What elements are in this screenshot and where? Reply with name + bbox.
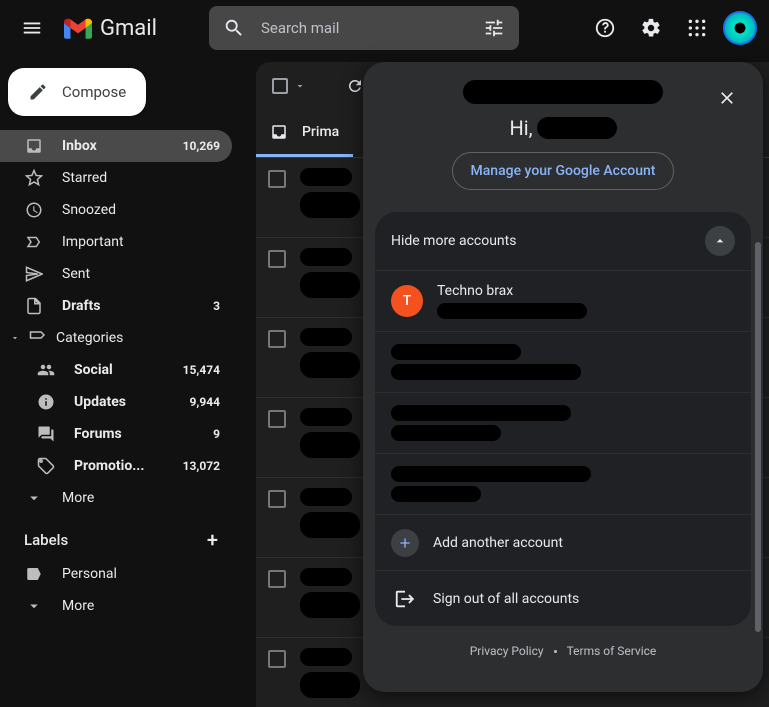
greeting: Hi, xyxy=(509,116,616,140)
tab-primary[interactable]: Prima xyxy=(256,110,353,157)
inbox-icon xyxy=(24,137,44,155)
app-name: Gmail xyxy=(100,16,157,41)
account-item-redacted-2[interactable] xyxy=(375,392,751,453)
compose-button[interactable]: Compose xyxy=(8,68,146,116)
sign-out-button[interactable]: Sign out of all accounts xyxy=(375,570,751,626)
caret-icon xyxy=(10,333,20,343)
redacted-email xyxy=(463,80,663,104)
apps-grid-icon xyxy=(687,18,707,38)
refresh-icon[interactable] xyxy=(346,77,364,95)
search-bar[interactable] xyxy=(209,6,519,50)
sidebar-item-forums[interactable]: Forums 9 xyxy=(0,418,232,450)
clock-icon xyxy=(24,201,44,219)
account-item-techno-brax[interactable]: T Techno brax xyxy=(375,270,751,331)
sidebar-item-more[interactable]: More xyxy=(0,590,232,622)
mail-checkbox[interactable] xyxy=(268,570,286,588)
gmail-logo[interactable]: Gmail xyxy=(64,16,157,41)
hamburger-icon xyxy=(21,17,43,39)
redacted-name xyxy=(537,117,617,139)
send-icon xyxy=(24,265,44,283)
account-item-redacted-1[interactable] xyxy=(375,331,751,392)
sidebar-item-personal[interactable]: Personal xyxy=(0,558,232,590)
inbox-icon xyxy=(270,123,288,141)
plus-icon xyxy=(397,535,413,551)
mail-checkbox[interactable] xyxy=(268,330,286,348)
redacted-account-email xyxy=(437,303,587,319)
search-options-button[interactable] xyxy=(477,8,511,48)
search-button[interactable] xyxy=(217,8,251,48)
pencil-icon xyxy=(28,82,48,102)
select-all-checkbox[interactable] xyxy=(272,78,288,94)
tag-icon xyxy=(36,457,56,475)
add-label-button[interactable]: + xyxy=(207,528,218,552)
accounts-section: Hide more accounts T Techno brax xyxy=(375,212,751,626)
tune-icon xyxy=(483,17,505,39)
google-apps-button[interactable] xyxy=(677,8,717,48)
search-input[interactable] xyxy=(251,19,477,37)
main-menu-button[interactable] xyxy=(12,8,52,48)
forum-icon xyxy=(36,425,56,443)
support-button[interactable] xyxy=(585,8,625,48)
terms-link[interactable]: Terms of Service xyxy=(567,644,657,658)
sidebar-item-social[interactable]: Social 15,474 xyxy=(0,354,232,386)
mail-checkbox[interactable] xyxy=(268,650,286,668)
labels-header: Labels + xyxy=(0,514,232,558)
mail-checkbox[interactable] xyxy=(268,250,286,268)
file-icon xyxy=(24,297,44,315)
popup-scrollbar[interactable] xyxy=(755,242,761,632)
chev-icon xyxy=(24,597,44,615)
signout-icon xyxy=(394,588,416,610)
settings-button[interactable] xyxy=(631,8,671,48)
sidebar-item-starred[interactable]: Starred xyxy=(0,162,232,194)
mail-checkbox[interactable] xyxy=(268,490,286,508)
sidebar-item-drafts[interactable]: Drafts 3 xyxy=(0,290,232,322)
help-icon xyxy=(594,17,616,39)
sidebar-item-important[interactable]: Important xyxy=(0,226,232,258)
close-icon xyxy=(717,88,737,108)
account-item-redacted-3[interactable] xyxy=(375,453,751,514)
mail-checkbox[interactable] xyxy=(268,410,286,428)
close-popup-button[interactable] xyxy=(709,80,745,116)
sidebar-item-categories[interactable]: Categories xyxy=(0,322,232,354)
important-icon xyxy=(24,233,44,251)
compose-label: Compose xyxy=(62,83,126,101)
hide-accounts-toggle[interactable]: Hide more accounts xyxy=(375,212,751,270)
gear-icon xyxy=(640,17,662,39)
sidebar-item-promotio-[interactable]: Promotio... 13,072 xyxy=(0,450,232,482)
sidebar-item-more[interactable]: More xyxy=(0,482,232,514)
mail-checkbox[interactable] xyxy=(268,170,286,188)
privacy-link[interactable]: Privacy Policy xyxy=(470,644,544,658)
search-icon xyxy=(223,17,245,39)
sidebar: Compose Inbox 10,269 Starred Snoozed Imp… xyxy=(0,56,240,707)
info-icon xyxy=(36,393,56,411)
manage-account-button[interactable]: Manage your Google Account xyxy=(452,152,675,190)
sidebar-item-snoozed[interactable]: Snoozed xyxy=(0,194,232,226)
add-account-button[interactable]: Add another account xyxy=(375,514,751,570)
people-icon xyxy=(36,361,56,379)
gmail-icon xyxy=(64,17,92,39)
popup-footer: Privacy Policy Terms of Service xyxy=(363,626,763,676)
account-popup: Hi, Manage your Google Account Hide more… xyxy=(363,62,763,692)
sidebar-item-sent[interactable]: Sent xyxy=(0,258,232,290)
sidebar-item-updates[interactable]: Updates 9,944 xyxy=(0,386,232,418)
account-avatar: T xyxy=(391,285,423,317)
caret-down-icon[interactable] xyxy=(294,80,306,92)
account-avatar-button[interactable] xyxy=(723,11,757,45)
label-icon xyxy=(24,565,44,583)
app-header: Gmail xyxy=(0,0,769,56)
account-name: Techno brax xyxy=(437,283,587,299)
chev-icon xyxy=(24,489,44,507)
chevron-up-icon xyxy=(712,233,728,249)
sidebar-item-inbox[interactable]: Inbox 10,269 xyxy=(0,130,232,162)
star-icon xyxy=(24,169,44,187)
header-actions xyxy=(585,8,757,48)
